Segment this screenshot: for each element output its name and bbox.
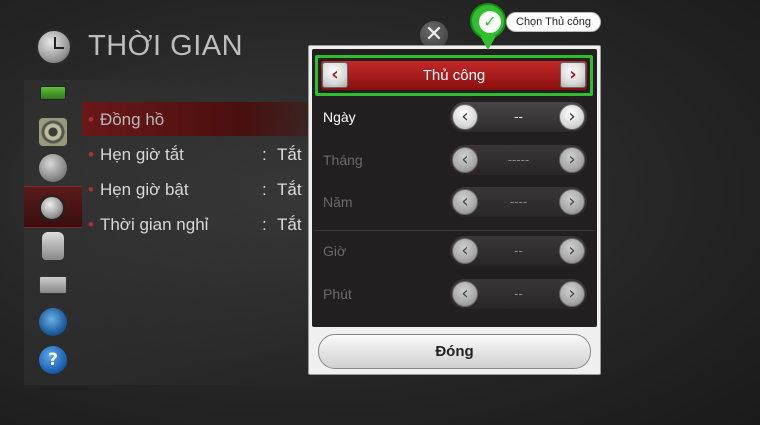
field-label-month: Tháng <box>323 152 363 168</box>
menu-item-value: Tắt <box>277 145 302 164</box>
year-next-button: › <box>559 189 585 215</box>
month-prev-button: ‹ <box>452 147 478 173</box>
field-label-day: Ngày <box>323 109 356 125</box>
callout-label: Chọn Thủ công <box>506 12 602 32</box>
menu-item-label: Đồng hồ <box>99 110 165 129</box>
menu-separator: : <box>262 215 267 234</box>
year-stepper: ‹ ---- › <box>450 187 587 217</box>
bullet-icon: • <box>88 110 94 129</box>
page-title: THỜI GIAN <box>88 30 244 62</box>
minute-stepper: ‹ -- › <box>450 279 587 309</box>
network-icon[interactable] <box>39 308 67 336</box>
field-label-year: Năm <box>323 194 353 210</box>
day-value: -- <box>514 109 523 124</box>
menu-item-clock[interactable]: • Đồng hồ <box>88 110 164 130</box>
lock-icon[interactable] <box>42 232 64 260</box>
callout-pointer <box>480 36 496 50</box>
menu-item-label: Hẹn giờ bật <box>99 180 189 199</box>
year-value: ---- <box>509 194 528 209</box>
hour-next-button: › <box>559 238 585 264</box>
option-icon[interactable] <box>39 276 67 294</box>
menu-item-sleep-timer[interactable]: • Thời gian nghỉ <box>88 215 208 235</box>
hour-prev-button: ‹ <box>452 238 478 264</box>
menu-separator: : <box>262 180 267 199</box>
menu-item-off-timer[interactable]: • Hẹn giờ tắt <box>88 145 184 165</box>
field-label-minute: Phút <box>323 286 352 302</box>
menu-separator: : <box>262 145 267 164</box>
menu-item-label: Hẹn giờ tắt <box>99 145 184 164</box>
minute-value: -- <box>514 286 523 301</box>
field-divider <box>315 230 595 231</box>
menu-item-on-timer[interactable]: • Hẹn giờ bật <box>88 180 189 200</box>
minute-next-button: › <box>559 281 585 307</box>
menu-item-value: Tắt <box>277 215 302 234</box>
channel-icon[interactable] <box>39 154 67 182</box>
check-icon: ✓ <box>479 11 501 33</box>
mode-selector[interactable]: ‹ Thủ công › <box>321 61 587 90</box>
sound-icon[interactable] <box>39 118 67 146</box>
hour-value: -- <box>514 243 523 258</box>
time-clock-icon <box>36 29 72 65</box>
bullet-icon: • <box>88 180 94 199</box>
day-next-button[interactable]: › <box>559 104 585 130</box>
mode-label: Thủ công <box>422 67 486 84</box>
sidebar-item-time[interactable] <box>24 186 82 228</box>
year-prev-button: ‹ <box>452 189 478 215</box>
field-label-hour: Giờ <box>323 243 347 259</box>
hour-stepper: ‹ -- › <box>450 236 587 266</box>
day-stepper[interactable]: ‹ -- › <box>450 102 587 132</box>
month-stepper: ‹ ----- › <box>450 145 587 175</box>
close-button[interactable]: Đóng <box>318 334 591 369</box>
month-next-button: › <box>559 147 585 173</box>
menu-item-label: Thời gian nghỉ <box>99 215 209 234</box>
callout-badge: ✓ <box>470 3 506 39</box>
picture-icon[interactable] <box>40 86 66 100</box>
month-value: ----- <box>507 152 530 167</box>
bullet-icon: • <box>88 145 94 164</box>
minute-prev-button: ‹ <box>452 281 478 307</box>
day-prev-button[interactable]: ‹ <box>452 104 478 130</box>
bullet-icon: • <box>88 215 94 234</box>
menu-item-value: Tắt <box>277 180 302 199</box>
time-icon <box>39 195 65 221</box>
mode-next-button[interactable]: › <box>560 62 586 88</box>
support-icon[interactable]: ? <box>39 346 67 374</box>
